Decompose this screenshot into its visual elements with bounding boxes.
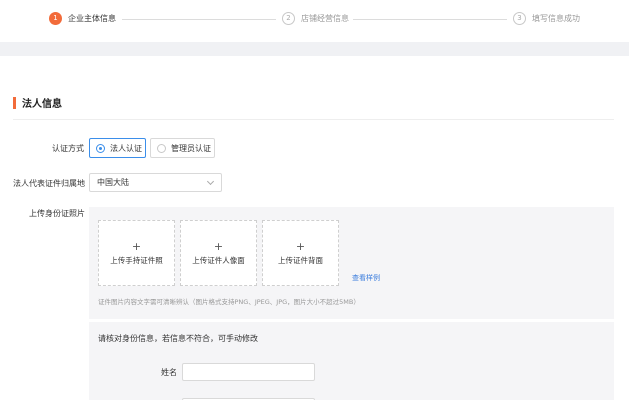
upload-handheld-photo[interactable]: + 上传手持证件照 (98, 220, 175, 286)
select-value: 中国大陆 (97, 178, 129, 187)
name-label: 姓名 (161, 368, 177, 377)
upload-portrait-side[interactable]: + 上传证件人像面 (180, 220, 257, 286)
step-2-label: 店铺经营信息 (301, 14, 349, 23)
view-sample-link[interactable]: 查看样例 (352, 273, 380, 283)
step-3: 3 填写信息成功 (513, 12, 580, 25)
step-1-label: 企业主体信息 (68, 14, 116, 23)
upload-card-label: 上传手持证件照 (110, 255, 163, 265)
radio-administrator[interactable]: 管理员认证 (150, 138, 215, 158)
auth-method-label: 认证方式 (52, 144, 84, 153)
section-header: 法人信息 (13, 95, 62, 110)
chevron-down-icon (206, 177, 215, 185)
upload-panel: + 上传手持证件照 + 上传证件人像面 + 上传证件背面 查看样例 证件图片内容… (89, 207, 614, 319)
progress-stepper: 1 企业主体信息 2 店铺经营信息 3 填写信息成功 (0, 0, 629, 42)
radio-legal-person[interactable]: 法人认证 (89, 138, 146, 158)
id-region-label: 法人代表证件归属地 (13, 179, 85, 188)
step-1-number: 1 (49, 12, 62, 25)
plus-icon: + (213, 239, 224, 253)
step-2-number: 2 (282, 12, 295, 25)
step-2: 2 店铺经营信息 (282, 12, 349, 25)
upload-back-side[interactable]: + 上传证件背面 (262, 220, 339, 286)
verify-tip: 请核对身份信息，若信息不符合，可手动修改 (98, 334, 258, 343)
upload-hint: 证件图片内容文字需可清晰辨认（图片格式支持PNG、JPEG、JPG，图片大小不超… (98, 298, 360, 306)
radio-unchecked-icon (157, 143, 166, 153)
plus-icon: + (295, 239, 306, 253)
section-accent-bar (13, 96, 16, 109)
step-connector (122, 19, 276, 20)
radio-label: 法人认证 (110, 143, 142, 153)
id-photos-label: 上传身份证照片 (29, 209, 85, 218)
upload-card-label: 上传证件背面 (278, 255, 323, 265)
section-separator (0, 42, 629, 56)
radio-checked-icon (96, 143, 105, 153)
id-region-select[interactable]: 中国大陆 (89, 173, 222, 192)
section-title: 法人信息 (22, 99, 62, 110)
step-1: 1 企业主体信息 (49, 12, 116, 25)
radio-label: 管理员认证 (171, 143, 211, 153)
verify-panel: 请核对身份信息，若信息不符合，可手动修改 姓名 (89, 322, 614, 400)
step-3-number: 3 (513, 12, 526, 25)
step-3-label: 填写信息成功 (532, 14, 580, 23)
divider (13, 119, 614, 120)
upload-card-label: 上传证件人像面 (192, 255, 245, 265)
step-connector (353, 19, 507, 20)
plus-icon: + (131, 239, 142, 253)
name-input[interactable] (182, 363, 315, 381)
